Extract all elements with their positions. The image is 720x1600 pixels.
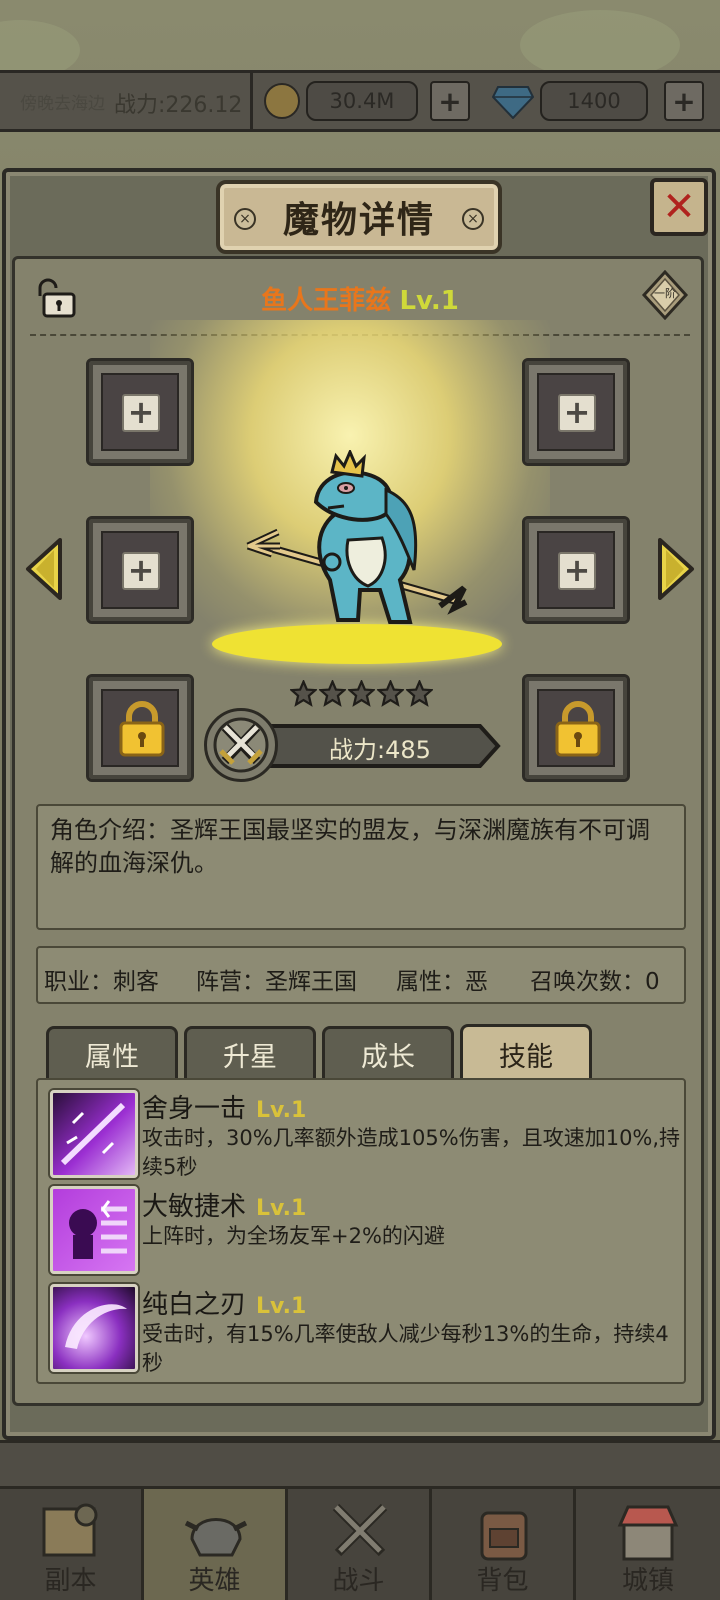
- plus-icon: +: [558, 394, 596, 432]
- hero-info-row: 职业：刺客 阵营：圣辉王国 属性：恶 召唤次数：0: [36, 946, 686, 1004]
- nav-backpack[interactable]: 背包: [432, 1489, 576, 1600]
- locked-slot-1[interactable]: [86, 674, 194, 782]
- equipment-slot-3[interactable]: +: [522, 358, 630, 466]
- skill-level: Lv.1: [256, 1294, 307, 1319]
- faction-label: 阵营：圣辉王国: [196, 969, 357, 995]
- summon-count-label: 召唤次数：0: [530, 969, 660, 995]
- skill-description: 上阵时，为全场友军+2%的闪避: [142, 1224, 445, 1248]
- skill-name: 纯白之刃 Lv.1: [142, 1290, 307, 1320]
- bolt-icon: ×: [234, 208, 256, 230]
- tab-star-up[interactable]: 升星: [184, 1026, 316, 1080]
- padlock-icon: [119, 701, 165, 757]
- skill-description: 受击时，有15%几率使敌人减少每秒13%的生命，持续4秒: [142, 1322, 669, 1375]
- pure-blade-icon[interactable]: [50, 1284, 138, 1372]
- star-icon: [348, 680, 375, 707]
- star-icon: [406, 680, 433, 707]
- bottom-navigation: 副本 英雄 战斗 背包 城镇: [0, 1486, 720, 1600]
- job-label: 职业：刺客: [44, 969, 159, 995]
- skill-level: Lv.1: [256, 1098, 307, 1123]
- padlock-icon: [555, 701, 601, 757]
- add-gold-button[interactable]: +: [430, 81, 470, 121]
- crossed-swords-icon: [204, 708, 278, 782]
- tab-growth[interactable]: 成长: [322, 1026, 454, 1080]
- rank-label: 一阶: [654, 287, 676, 300]
- nav-battle[interactable]: 战斗: [288, 1489, 432, 1600]
- locked-slot-2[interactable]: [522, 674, 630, 782]
- tab-skills[interactable]: 技能: [460, 1024, 592, 1082]
- nav-label: 城镇: [621, 1566, 674, 1596]
- star-icon: [290, 680, 317, 707]
- hero-power: 战力:485: [329, 736, 431, 764]
- equipment-slot-1[interactable]: +: [86, 358, 194, 466]
- hero-name: 鱼人王菲兹: [261, 286, 392, 316]
- skill-level: Lv.1: [256, 1196, 307, 1221]
- hero-description: 角色介绍：圣辉王国最坚实的盟友，与深渊魔族有不可调解的血海深仇。: [36, 804, 686, 930]
- star-icon: [319, 680, 346, 707]
- prev-hero-arrow-icon[interactable]: [24, 538, 64, 600]
- bottom-strip: [0, 1440, 720, 1486]
- skill-description: 攻击时，30%几率额外造成105%伤害，且攻速加10%,持续5秒: [142, 1126, 681, 1179]
- skill-name: 大敏捷术 Lv.1: [142, 1192, 307, 1222]
- equipment-slot-2[interactable]: +: [86, 516, 194, 624]
- gem-amount: 1400: [540, 81, 648, 121]
- diamond-icon: [492, 86, 534, 119]
- rank-badge: 一阶: [640, 269, 690, 321]
- plus-icon: +: [558, 552, 596, 590]
- tab-attributes[interactable]: 属性: [46, 1026, 178, 1080]
- hero-level: Lv.1: [399, 286, 459, 316]
- bolt-icon: ×: [462, 208, 484, 230]
- skill-name: 舍身一击 Lv.1: [142, 1094, 307, 1124]
- shop-icon: [617, 1505, 679, 1561]
- close-button[interactable]: ✕: [650, 178, 708, 236]
- gold-amount: 30.4M: [306, 81, 418, 121]
- crossed-swords-icon: [332, 1503, 388, 1557]
- attribute-label: 属性：恶: [396, 969, 488, 995]
- skill-list: 舍身一击 Lv.1 攻击时，30%几率额外造成105%伤害，且攻速加10%,持续5…: [36, 1078, 686, 1384]
- resource-bar: 傍晚去海边 战力:226.12 30.4M + 1400 +: [0, 70, 720, 132]
- equipment-slot-4[interactable]: +: [522, 516, 630, 624]
- nav-label: 英雄: [188, 1566, 241, 1596]
- nav-label: 副本: [44, 1566, 97, 1596]
- player-name: 傍晚去海边: [20, 94, 105, 114]
- map-icon: [42, 1503, 98, 1557]
- unlock-icon[interactable]: [32, 278, 78, 318]
- backpack-icon: [480, 1511, 528, 1561]
- add-gem-button[interactable]: +: [664, 81, 704, 121]
- plus-icon: +: [122, 394, 160, 432]
- total-power: 战力:226.12: [114, 93, 243, 118]
- plus-icon: +: [122, 552, 160, 590]
- star-icon: [377, 680, 404, 707]
- panel-title: 魔物详情: [282, 200, 435, 241]
- nav-hero[interactable]: 英雄: [144, 1489, 288, 1600]
- next-hero-arrow-icon[interactable]: [656, 538, 696, 600]
- gold-coin-icon: [264, 83, 300, 119]
- hero-helmet-icon: [184, 1518, 248, 1557]
- sacrifice-strike-icon[interactable]: [50, 1090, 138, 1178]
- star-rating: [290, 680, 434, 710]
- nav-label: 战斗: [332, 1566, 385, 1596]
- agility-icon[interactable]: [50, 1186, 138, 1274]
- fishman-king-sprite: [246, 450, 468, 624]
- nav-town[interactable]: 城镇: [576, 1489, 720, 1600]
- nav-label: 背包: [476, 1566, 529, 1596]
- panel-title-box: × 魔物详情 ×: [216, 180, 502, 254]
- hero-name-line: 鱼人王菲兹 Lv.1: [200, 280, 520, 317]
- nav-dungeon[interactable]: 副本: [0, 1489, 144, 1600]
